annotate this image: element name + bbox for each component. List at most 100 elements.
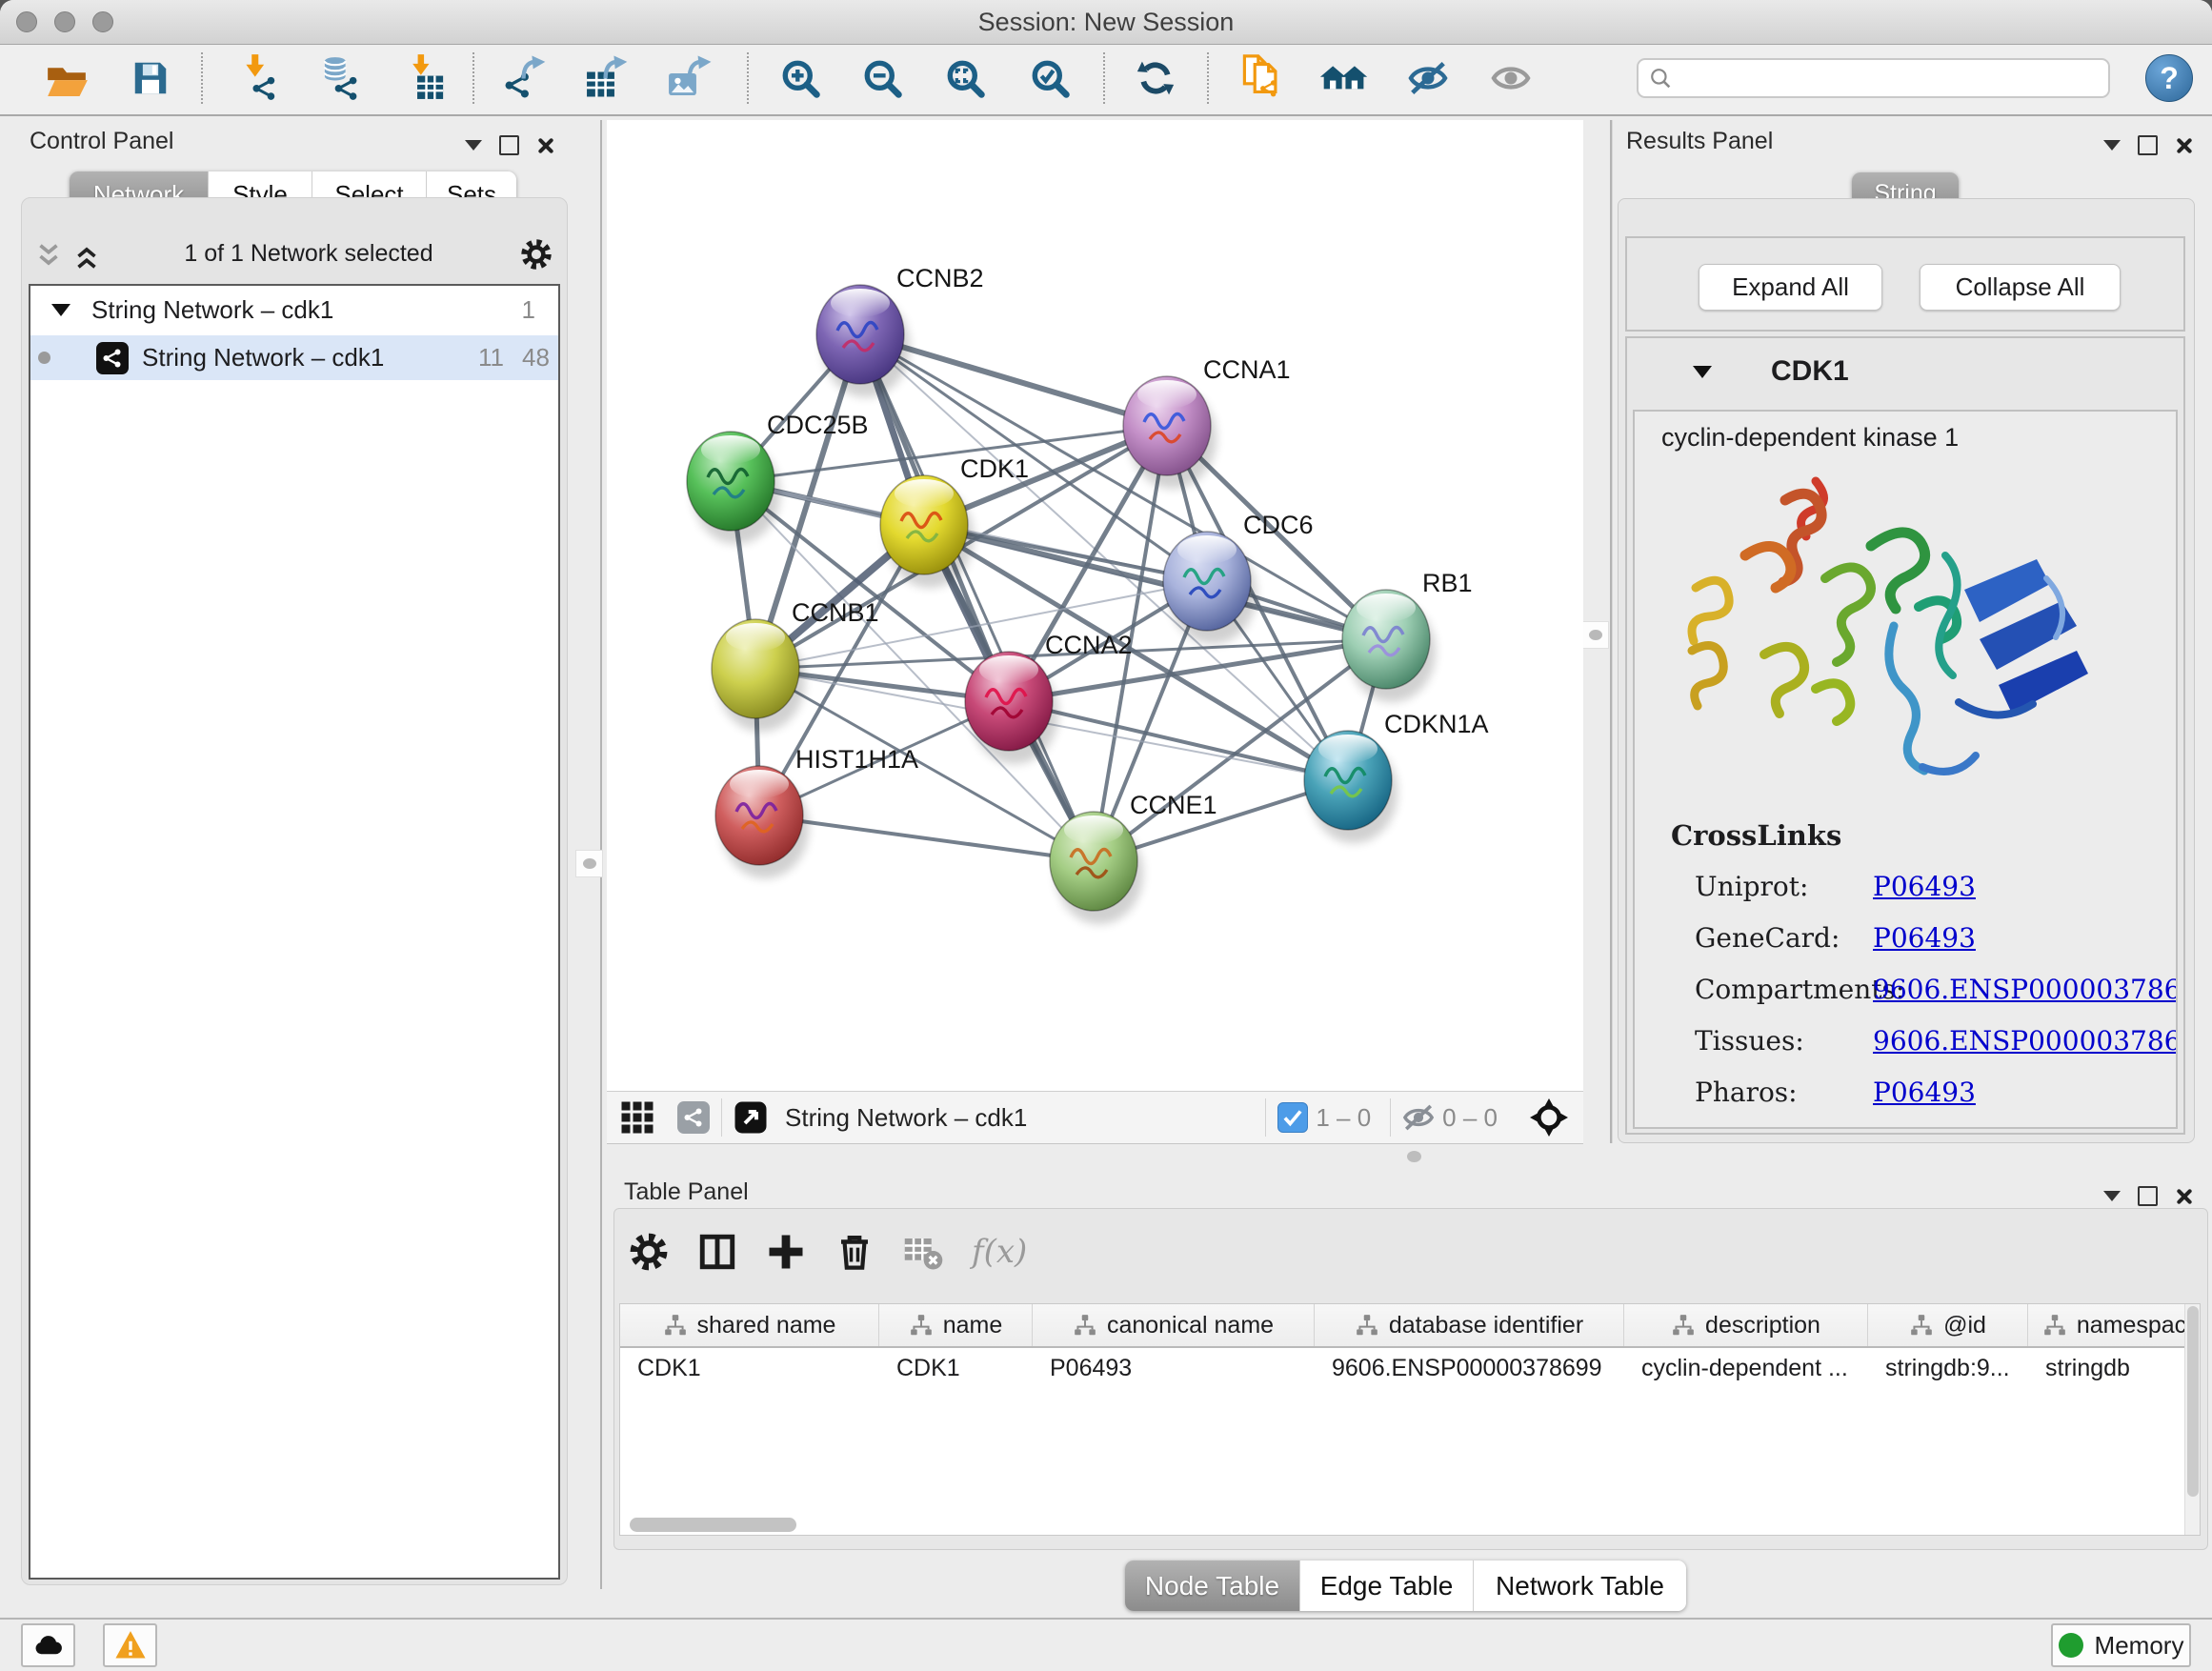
collapse-all-button[interactable]: Collapse All <box>1920 264 2121 311</box>
expand-all-icon[interactable] <box>70 240 103 272</box>
warnings-button[interactable] <box>103 1623 157 1667</box>
hide-unhide-button[interactable] <box>1401 49 1455 108</box>
string-tab-icon[interactable] <box>677 1101 710 1134</box>
table-cell[interactable]: P06493 <box>1033 1348 1315 1388</box>
show-graphics-details-button[interactable] <box>1484 49 1538 108</box>
horizontal-scrollbar-thumb[interactable] <box>630 1518 796 1532</box>
close-panel-icon[interactable] <box>536 137 553 154</box>
export-table-button[interactable] <box>580 49 633 108</box>
horizontal-splitter[interactable] <box>607 1143 2212 1168</box>
selected-count: 1 – 0 <box>1316 1103 1371 1133</box>
panel-menu-icon[interactable] <box>2103 140 2121 151</box>
crosslink-link[interactable]: 9606.ENSP00000378699 <box>1873 1025 2178 1057</box>
network-canvas[interactable]: CCNB2CCNA1CDC25BCDK1CDC6RB1CCNB1CCNA2CDK… <box>607 120 1583 1091</box>
table-cell[interactable]: 9606.ENSP00000378699 <box>1315 1348 1624 1388</box>
table-row[interactable]: CDK1CDK1P064939606.ENSP00000378699cyclin… <box>620 1348 2201 1388</box>
network-node-ccna1[interactable]: CCNA1 <box>1123 355 1291 489</box>
status-bar: Memory <box>0 1618 2212 1671</box>
import-table-button[interactable] <box>396 49 450 108</box>
crosslink-link[interactable]: 9606.ENSP00000378699 <box>1873 974 2178 1005</box>
column-header[interactable]: namespac <box>2028 1304 2201 1346</box>
network-edge[interactable] <box>1009 701 1348 780</box>
column-header[interactable]: @id <box>1868 1304 2028 1346</box>
expand-all-button[interactable]: Expand All <box>1699 264 1882 311</box>
gene-expand-icon[interactable] <box>1693 366 1712 378</box>
column-header[interactable]: shared name <box>620 1304 879 1346</box>
node-table[interactable]: shared namenamecanonical namedatabase id… <box>619 1303 2201 1536</box>
network-node-ccnb2[interactable]: CCNB2 <box>816 264 984 397</box>
add-column-icon[interactable] <box>766 1232 806 1272</box>
table-cell[interactable]: cyclin-dependent ... <box>1624 1348 1868 1388</box>
crosslink-link[interactable]: P06493 <box>1873 1077 1976 1108</box>
horizontal-splitter-handle[interactable] <box>1407 1151 1421 1162</box>
float-panel-icon[interactable] <box>2138 135 2158 155</box>
column-header[interactable]: database identifier <box>1315 1304 1624 1346</box>
float-panel-icon[interactable] <box>2138 1186 2158 1206</box>
birds-eye-view-icon[interactable] <box>734 1100 768 1135</box>
table-settings-gear-icon[interactable] <box>629 1232 669 1272</box>
table-cell[interactable]: stringdb <box>2028 1348 2201 1388</box>
home-button[interactable] <box>1317 49 1370 108</box>
collection-expand-icon[interactable] <box>51 304 70 316</box>
column-type-icon <box>1671 1313 1696 1338</box>
selected-checkbox-icon[interactable] <box>1277 1102 1308 1133</box>
network-collection-row[interactable]: String Network – cdk1 1 <box>30 288 558 332</box>
network-options-gear-icon[interactable] <box>520 238 553 271</box>
panel-menu-icon[interactable] <box>2103 1191 2121 1201</box>
export-image-button[interactable] <box>662 49 715 108</box>
column-header[interactable]: name <box>879 1304 1033 1346</box>
crosslink-link[interactable]: P06493 <box>1873 871 1976 902</box>
import-network-button[interactable] <box>231 49 285 108</box>
zoom-out-button[interactable] <box>855 49 909 108</box>
network-edge[interactable] <box>860 334 1094 861</box>
delete-column-icon[interactable] <box>835 1232 875 1272</box>
right-splitter[interactable] <box>1610 120 1613 1143</box>
show-columns-icon[interactable] <box>697 1232 737 1272</box>
protein-structure-image <box>1673 464 2140 807</box>
gene-header-row[interactable]: CDK1 <box>1625 336 2185 407</box>
column-header[interactable]: description <box>1624 1304 1868 1346</box>
table-cell[interactable]: stringdb:9... <box>1868 1348 2028 1388</box>
search-input[interactable] <box>1673 61 2108 95</box>
string-copy-network-button[interactable] <box>1234 49 1287 108</box>
right-splitter-handle[interactable] <box>1581 621 1609 649</box>
float-panel-icon[interactable] <box>499 135 519 155</box>
crosslinks-heading: CrossLinks <box>1671 819 1841 852</box>
network-node-ccne1[interactable]: CCNE1 <box>1050 791 1217 924</box>
close-panel-icon[interactable] <box>2175 1188 2192 1205</box>
tab-network-table[interactable]: Network Table <box>1474 1560 1686 1611</box>
network-row[interactable]: String Network – cdk1 11 48 <box>30 335 558 380</box>
network-node-cdc25b[interactable]: CDC25B <box>687 411 869 544</box>
column-header[interactable]: canonical name <box>1033 1304 1315 1346</box>
network-view-title: String Network – cdk1 <box>785 1103 1027 1133</box>
panel-menu-icon[interactable] <box>465 140 482 151</box>
save-session-button[interactable] <box>124 49 177 108</box>
fit-selected-crosshair-icon[interactable] <box>1530 1098 1568 1137</box>
open-session-button[interactable] <box>40 49 93 108</box>
tab-node-table[interactable]: Node Table <box>1125 1560 1300 1611</box>
apply-layout-button[interactable] <box>1129 49 1182 108</box>
network-node-cdkn1a[interactable]: CDKN1A <box>1304 710 1489 843</box>
zoom-fit-button[interactable] <box>938 49 992 108</box>
zoom-in-button[interactable] <box>774 49 827 108</box>
memory-button[interactable]: Memory <box>2051 1623 2191 1667</box>
cloud-status-button[interactable] <box>21 1623 75 1667</box>
network-edge[interactable] <box>759 815 1094 861</box>
tab-edge-table[interactable]: Edge Table <box>1300 1560 1474 1611</box>
import-network-from-database-button[interactable] <box>312 49 365 108</box>
zoom-selected-button[interactable] <box>1023 49 1076 108</box>
table-cell[interactable]: CDK1 <box>620 1348 879 1388</box>
crosslink-link[interactable]: P06493 <box>1873 922 1976 954</box>
grid-view-icon[interactable] <box>620 1100 654 1135</box>
vertical-scrollbar[interactable] <box>2184 1304 2200 1536</box>
column-type-icon <box>1909 1313 1934 1338</box>
export-network-button[interactable] <box>498 49 552 108</box>
network-node-hist1h1a[interactable]: HIST1H1A <box>715 745 918 878</box>
left-splitter-handle[interactable] <box>575 850 603 877</box>
table-cell[interactable]: CDK1 <box>879 1348 1033 1388</box>
network-node-cdc6[interactable]: CDC6 <box>1163 511 1314 644</box>
network-node-rb1[interactable]: RB1 <box>1342 569 1473 702</box>
close-panel-icon[interactable] <box>2175 137 2192 154</box>
collapse-all-icon[interactable] <box>32 240 65 272</box>
help-button[interactable]: ? <box>2145 54 2193 102</box>
